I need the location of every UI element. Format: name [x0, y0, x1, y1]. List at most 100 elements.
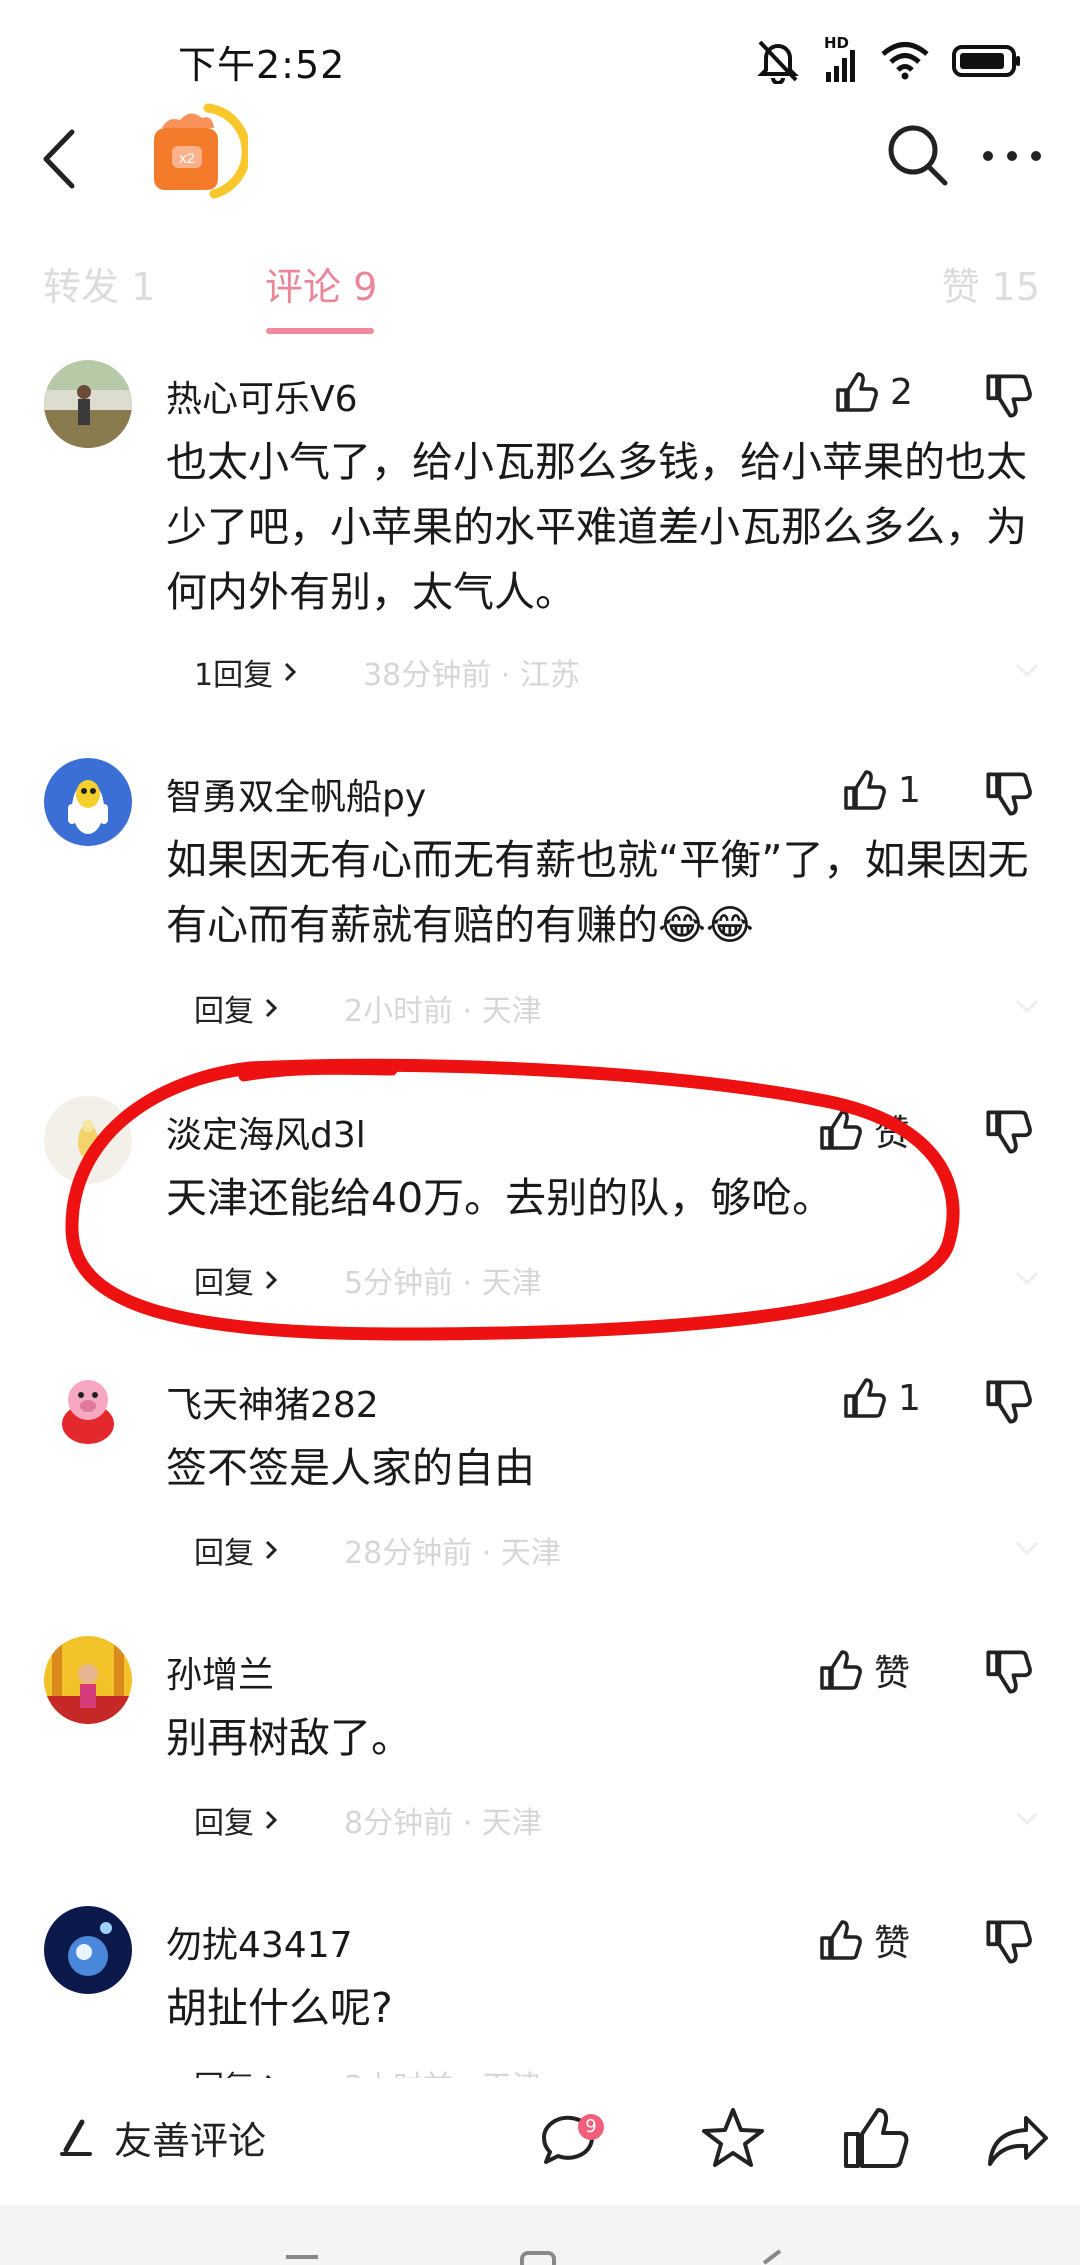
active-tab-indicator	[266, 328, 374, 334]
thumb-up-icon[interactable]	[840, 2104, 910, 2174]
app-logo: x2	[148, 100, 251, 210]
system-nav-bar	[0, 2205, 1080, 2265]
reply-link[interactable]: 回复	[194, 1528, 278, 1572]
chevron-down-icon[interactable]	[1014, 662, 1040, 680]
comment-time-location: 3小时前 · 天津	[344, 2062, 542, 2078]
like-count: 赞	[874, 1653, 911, 1694]
avatar[interactable]	[44, 758, 132, 846]
thumb-up-icon	[820, 1110, 862, 1150]
bottom-action-bar: 友善评论 9	[0, 2090, 1080, 2200]
comment-username[interactable]: 勿扰43417	[166, 1916, 353, 1968]
avatar[interactable]	[44, 1906, 132, 1994]
like-button[interactable]: 赞	[818, 1104, 910, 1156]
battery-icon	[952, 45, 1020, 77]
header: x2	[0, 100, 1080, 230]
comment-meta: 回复 5分钟前 · 天津	[194, 1258, 542, 1302]
home-nav-icon[interactable]	[518, 2249, 558, 2265]
signal-icon: HD	[824, 34, 858, 84]
tab-reposts[interactable]: 转发 1	[43, 256, 155, 311]
chevron-down-icon[interactable]	[1014, 998, 1040, 1016]
comment-time-location: 2小时前 · 天津	[344, 994, 542, 1029]
status-time: 下午2:52	[178, 43, 346, 87]
comment-username[interactable]: 热心可乐V6	[166, 370, 358, 422]
thumb-up-icon	[820, 1650, 862, 1690]
chevron-right-icon	[265, 2074, 272, 2078]
comment-time-location: 38分钟前 · 江苏	[363, 658, 580, 693]
comment-time-location: 28分钟前 · 天津	[344, 1536, 561, 1571]
chevron-right-icon	[265, 1270, 278, 1290]
comment-text: 别再树敌了。	[166, 1714, 412, 1762]
like-count: 1	[898, 1377, 921, 1419]
comment-time-location: 5分钟前 · 天津	[344, 1266, 542, 1301]
comment-text: 签不签是人家的自由	[166, 1444, 535, 1492]
logo-badge: x2	[179, 150, 195, 167]
like-button[interactable]: 赞	[818, 1914, 910, 1966]
comment-meta: 1回复 38分钟前 · 江苏	[194, 650, 580, 694]
star-icon[interactable]	[698, 2104, 768, 2174]
pencil-icon	[60, 2119, 92, 2156]
thumb-down-icon[interactable]	[984, 1918, 1032, 1966]
chevron-down-icon[interactable]	[1014, 1540, 1040, 1558]
avatar[interactable]	[44, 360, 132, 448]
comment-text: 胡扯什么呢?	[166, 1984, 393, 2032]
comment-meta: 回复 3小时前 · 天津	[194, 2062, 542, 2078]
reply-link[interactable]: 回复	[194, 1798, 278, 1842]
avatar[interactable]	[44, 1636, 132, 1724]
thumb-down-icon[interactable]	[984, 1378, 1032, 1426]
comment-meta: 回复 28分钟前 · 天津	[194, 1528, 561, 1572]
status-bar: 下午2:52 HD	[0, 0, 1080, 115]
thumb-up-icon	[844, 1378, 886, 1418]
tab-bar: 转发 1 评论 9 赞 15	[0, 240, 1080, 340]
like-count: 赞	[874, 1923, 911, 1964]
reply-link[interactable]: 1回复	[194, 650, 297, 694]
like-button[interactable]: 2	[834, 370, 913, 414]
comment-meta: 回复 8分钟前 · 天津	[194, 1798, 542, 1842]
reply-link[interactable]: 回复	[194, 986, 278, 1030]
like-count: 1	[898, 769, 921, 811]
comment-username[interactable]: 飞天神猪282	[166, 1376, 379, 1428]
comment-text: 如果因无有心而无有薪也就“平衡”了，如果因无有心而有薪就有赔的有赚的😂😂	[166, 836, 1029, 949]
comment-text: 也太小气了，给小瓦那么多钱，给小苹果的也太少了吧，小苹果的水平难道差小瓦那么多么…	[166, 438, 1027, 616]
comment-item: 勿扰43417 赞 胡扯什么呢? 回复 3小时前 · 天津	[0, 1906, 1080, 2078]
avatar[interactable]	[44, 1366, 132, 1454]
thumb-up-icon	[820, 1920, 862, 1960]
chevron-right-icon	[265, 1540, 278, 1560]
like-button[interactable]: 1	[842, 1376, 921, 1420]
mute-icon	[757, 40, 799, 84]
share-icon[interactable]	[982, 2104, 1052, 2174]
chevron-right-icon	[265, 1810, 278, 1830]
wifi-icon	[881, 42, 929, 80]
chevron-down-icon[interactable]	[1014, 1810, 1040, 1828]
back-nav-icon[interactable]	[752, 2249, 792, 2265]
status-icons: HD	[754, 34, 1022, 86]
thumb-down-icon[interactable]	[984, 1648, 1032, 1696]
like-button[interactable]: 1	[842, 768, 921, 812]
like-button[interactable]: 赞	[818, 1644, 910, 1696]
avatar[interactable]	[44, 1096, 132, 1184]
compose-placeholder: 友善评论	[114, 2119, 267, 2163]
thumb-up-icon	[844, 770, 886, 810]
search-icon[interactable]	[885, 120, 951, 190]
like-count: 赞	[874, 1113, 911, 1154]
comment-meta: 回复 2小时前 · 天津	[194, 986, 542, 1030]
tab-comments[interactable]: 评论 9	[265, 256, 377, 311]
comment-username[interactable]: 智勇双全帆船py	[166, 768, 426, 820]
back-icon[interactable]	[36, 124, 84, 194]
chevron-right-icon	[265, 998, 278, 1018]
thumb-down-icon[interactable]	[984, 372, 1032, 420]
thumb-down-icon[interactable]	[984, 770, 1032, 818]
comment-username[interactable]: 淡定海风d3l	[166, 1106, 366, 1158]
comment-text: 天津还能给40万。去别的队，够呛。	[166, 1174, 834, 1222]
chevron-down-icon[interactable]	[1014, 1270, 1040, 1288]
tab-likes[interactable]: 赞 15	[942, 256, 1040, 311]
thumb-up-icon	[836, 372, 878, 412]
comment-username[interactable]: 孙增兰	[166, 1646, 274, 1698]
menu-nav-icon[interactable]	[282, 2249, 322, 2265]
reply-link[interactable]: 回复	[194, 2062, 278, 2078]
reply-link[interactable]: 回复	[194, 1258, 278, 1302]
comment-count-badge: 9	[578, 2114, 604, 2140]
comment-time-location: 8分钟前 · 天津	[344, 1806, 542, 1841]
compose-comment-input[interactable]: 友善评论	[58, 2110, 266, 2165]
more-icon[interactable]	[980, 120, 1044, 190]
thumb-down-icon[interactable]	[984, 1108, 1032, 1156]
